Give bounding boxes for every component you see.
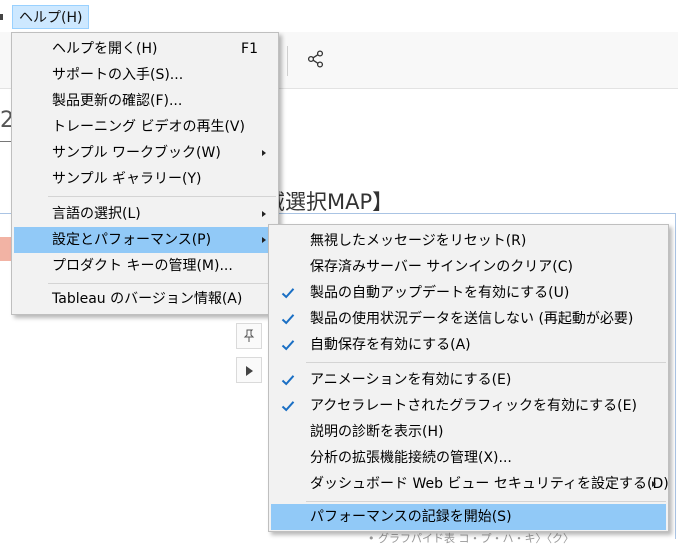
menu-item-settings-performance[interactable]: 設定とパフォーマンス(P)	[14, 227, 276, 253]
menu-item-label: サポートの入手(S)...	[52, 67, 184, 83]
menu-help[interactable]: ヘルプ(H)	[12, 5, 90, 29]
menu-item-sample-workbooks[interactable]: サンプル ワークブック(W)	[14, 140, 276, 166]
menu-separator	[48, 283, 276, 284]
check-icon	[281, 340, 295, 351]
menu-item-label: 無視したメッセージをリセット(R)	[310, 233, 527, 249]
submenu-arrow-icon	[262, 211, 266, 217]
menu-item-show-explain-diagnostics[interactable]: 説明の診断を表示(H)	[271, 419, 666, 445]
menu-item-sample-gallery[interactable]: サンプル ギャラリー(Y)	[14, 166, 276, 192]
menu-item-label: 製品更新の確認(F)...	[52, 93, 183, 109]
menu-item-choose-language[interactable]: 言語の選択(L)	[14, 201, 276, 227]
menu-item-label: Tableau のバージョン情報(A)	[52, 291, 243, 307]
dashboard-title: 域選択MAP】	[264, 190, 394, 214]
pin-icon	[243, 329, 255, 342]
menu-item-manage-analytics-extensions[interactable]: 分析の拡張機能接続の管理(X)...	[271, 445, 666, 471]
menu-item-label: 製品の使用状況データを送信しない (再起動が必要)	[310, 311, 634, 327]
menu-item-label: 言語の選択(L)	[52, 206, 141, 222]
menu-item-label: サンプル ギャラリー(Y)	[52, 171, 202, 187]
menu-item-label: 保存済みサーバー サインインのクリア(C)	[310, 259, 574, 275]
menu-item-label: 説明の診断を表示(H)	[310, 424, 444, 440]
menu-item-check-updates[interactable]: 製品更新の確認(F)...	[14, 88, 276, 114]
menu-item-label: パフォーマンスの記録を開始(S)	[310, 509, 512, 525]
menu-item-get-support[interactable]: サポートの入手(S)...	[14, 62, 276, 88]
worksheet-fragment-bottom: • グラフパイド表 コ・プ・ハ・キ〉〈ク〉	[368, 532, 574, 545]
submenu-arrow-icon	[262, 150, 266, 156]
menu-item-label: アクセラレートされたグラフィックを有効にする(E)	[310, 398, 637, 414]
menu-item-enable-autosave[interactable]: 自動保存を有効にする(A)	[271, 332, 666, 358]
check-icon	[281, 314, 295, 325]
menu-item-enable-auto-updates[interactable]: 製品の自動アップデートを有効にする(U)	[271, 280, 666, 306]
menu-item-open-help[interactable]: ヘルプを開く(H) F1	[14, 36, 276, 62]
menu-separator	[306, 362, 666, 363]
menu-item-enable-animations[interactable]: アニメーションを有効にする(E)	[271, 367, 666, 393]
menu-item-label: ダッシュボード Web ビュー セキュリティを設定する(D)	[310, 476, 669, 492]
menu-separator	[306, 501, 666, 502]
menu-item-about-tableau[interactable]: Tableau のバージョン情報(A)	[14, 286, 276, 312]
menu-item-accelerator: F1	[241, 41, 258, 57]
menu-item-label: 設定とパフォーマンス(P)	[52, 232, 212, 248]
menu-item-label: プロダクト キーの管理(M)...	[52, 258, 233, 274]
menu-item-enable-accelerated-graphics[interactable]: アクセラレートされたグラフィックを有効にする(E)	[271, 393, 666, 419]
settings-performance-submenu: 無視したメッセージをリセット(R) 保存済みサーバー サインインのクリア(C) …	[268, 224, 669, 532]
toolbar-separator	[287, 46, 288, 76]
menu-item-dashboard-web-view-security[interactable]: ダッシュボード Web ビュー セキュリティを設定する(D)	[271, 471, 669, 497]
menu-item-label: 自動保存を有効にする(A)	[310, 337, 471, 353]
menu-item-start-performance-recording[interactable]: パフォーマンスの記録を開始(S)	[271, 504, 666, 530]
play-button[interactable]	[236, 357, 262, 383]
submenu-arrow-icon	[652, 481, 656, 487]
menu-item-training-videos[interactable]: トレーニング ビデオの再生(V)	[14, 114, 276, 140]
menu-item-reset-dismissed-messages[interactable]: 無視したメッセージをリセット(R)	[271, 228, 666, 254]
menu-item-label: トレーニング ビデオの再生(V)	[52, 119, 245, 135]
menu-item-label: サンプル ワークブック(W)	[52, 145, 221, 161]
menu-item-label: 製品の自動アップデートを有効にする(U)	[310, 285, 570, 301]
menu-item-label: アニメーションを有効にする(E)	[310, 372, 512, 388]
check-icon	[281, 375, 295, 386]
submenu-arrow-icon	[262, 237, 266, 243]
menubar-edge-fragment	[0, 14, 3, 20]
play-icon	[246, 366, 253, 376]
menu-bar: ヘルプ(H)	[0, 0, 678, 33]
menu-item-manage-product-keys[interactable]: プロダクト キーの管理(M)...	[14, 253, 276, 279]
menu-separator	[48, 196, 276, 197]
menu-item-clear-saved-signins[interactable]: 保存済みサーバー サインインのクリア(C)	[271, 254, 666, 280]
share-icon[interactable]	[307, 50, 325, 68]
check-icon	[281, 401, 295, 412]
check-icon	[281, 288, 295, 299]
menu-item-label: 分析の拡張機能接続の管理(X)...	[310, 450, 512, 466]
menu-item-dont-send-usage-data[interactable]: 製品の使用状況データを送信しない (再起動が必要)	[271, 306, 666, 332]
menu-item-label: ヘルプを開く(H)	[52, 41, 158, 57]
pin-button[interactable]	[236, 323, 262, 349]
help-menu: ヘルプを開く(H) F1 サポートの入手(S)... 製品更新の確認(F)...…	[11, 32, 279, 315]
